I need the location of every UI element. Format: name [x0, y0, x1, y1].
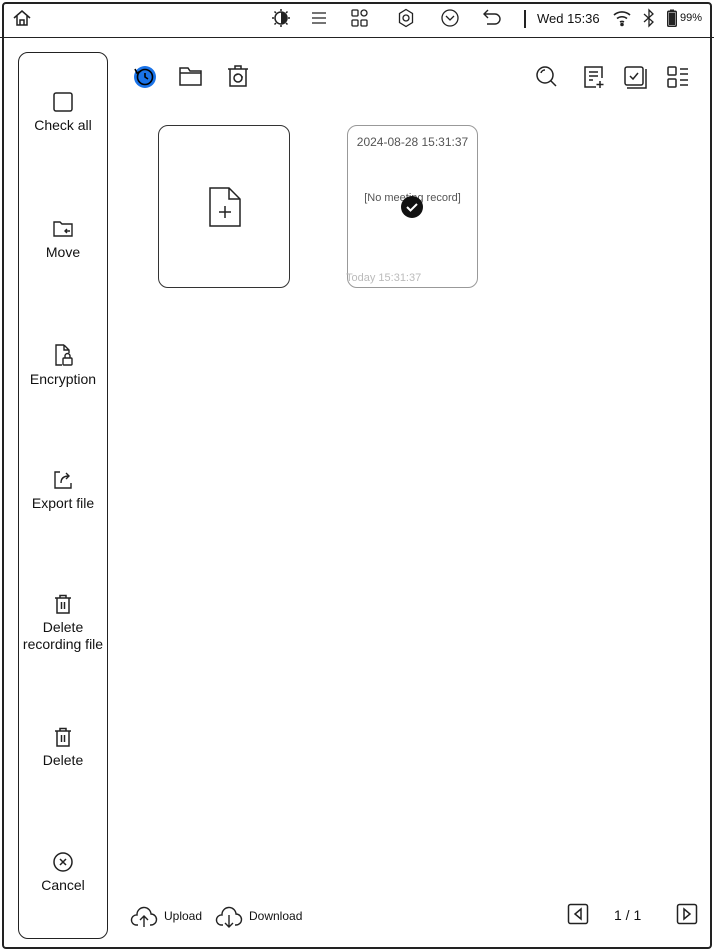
- list-icon[interactable]: [310, 8, 328, 28]
- status-bar: Wed 15:36 99%: [0, 0, 714, 38]
- download-button[interactable]: Download: [215, 903, 302, 929]
- new-recording-card[interactable]: [158, 125, 290, 288]
- upload-label: Upload: [164, 909, 203, 923]
- view-mode-icon[interactable]: [666, 64, 690, 90]
- prev-page-icon: [567, 903, 589, 925]
- next-page-button[interactable]: [676, 903, 698, 925]
- download-label: Download: [249, 909, 303, 923]
- battery-icon: [667, 9, 677, 27]
- apps-icon[interactable]: [350, 8, 370, 28]
- bluetooth-icon[interactable]: [641, 8, 657, 28]
- move-button[interactable]: Move: [19, 218, 107, 261]
- recent-icon[interactable]: [131, 63, 159, 91]
- battery-percent: 99%: [680, 12, 703, 24]
- page-indicator: 1 / 1: [614, 907, 642, 923]
- brightness-icon[interactable]: [271, 8, 291, 28]
- cancel-label: Cancel: [41, 877, 85, 893]
- cancel-button[interactable]: Cancel: [19, 851, 107, 894]
- file-lock-icon: [55, 344, 73, 366]
- recording-card[interactable]: 2024-08-28 15:31:37 [No meeting record] …: [346, 125, 478, 288]
- move-label: Move: [45, 244, 81, 260]
- prev-page-button[interactable]: [567, 903, 589, 925]
- close-circle-icon: [53, 852, 73, 872]
- download-cloud-icon: [215, 906, 243, 928]
- multi-select-icon[interactable]: [622, 64, 648, 90]
- checkbox-icon: [53, 92, 73, 112]
- export-file-label: Export file: [31, 495, 95, 511]
- selected-check-icon: [401, 196, 423, 218]
- search-icon[interactable]: [534, 64, 558, 88]
- status-divider: [524, 10, 526, 28]
- wifi-icon[interactable]: [612, 8, 632, 28]
- upload-cloud-icon: [130, 906, 158, 927]
- delete-label: Delete: [42, 752, 84, 768]
- check-all-label: Check all: [34, 117, 92, 133]
- home-icon[interactable]: [12, 8, 32, 28]
- new-note-icon[interactable]: [582, 64, 606, 90]
- check-all-button[interactable]: Check all: [19, 91, 107, 134]
- export-file-button[interactable]: Export file: [19, 469, 107, 512]
- folder-move-icon: [53, 221, 73, 237]
- new-file-icon: [209, 187, 241, 227]
- recording-date: Today 15:31:37: [346, 272, 422, 284]
- folder-icon[interactable]: [178, 64, 204, 88]
- selection-sidebar: Check all Move Encryption Export file De…: [18, 52, 108, 939]
- upload-button[interactable]: Upload: [130, 903, 202, 929]
- delete-recording-file-label: Delete recording file: [22, 619, 104, 652]
- trash-icon: [55, 727, 71, 747]
- trash-icon: [55, 594, 71, 614]
- delete-button[interactable]: Delete: [19, 726, 107, 769]
- status-time: Wed 15:36: [537, 11, 600, 26]
- recording-title: 2024-08-28 15:31:37: [356, 135, 469, 149]
- delete-recording-file-button[interactable]: Delete recording file: [19, 593, 107, 653]
- encryption-label: Encryption: [29, 371, 97, 387]
- settings-icon[interactable]: [396, 8, 416, 28]
- export-icon: [54, 471, 72, 489]
- dropdown-icon[interactable]: [440, 8, 460, 28]
- back-icon[interactable]: [481, 8, 503, 28]
- next-page-icon: [676, 903, 698, 925]
- encryption-button[interactable]: Encryption: [19, 343, 107, 388]
- recycle-bin-icon[interactable]: [225, 63, 251, 89]
